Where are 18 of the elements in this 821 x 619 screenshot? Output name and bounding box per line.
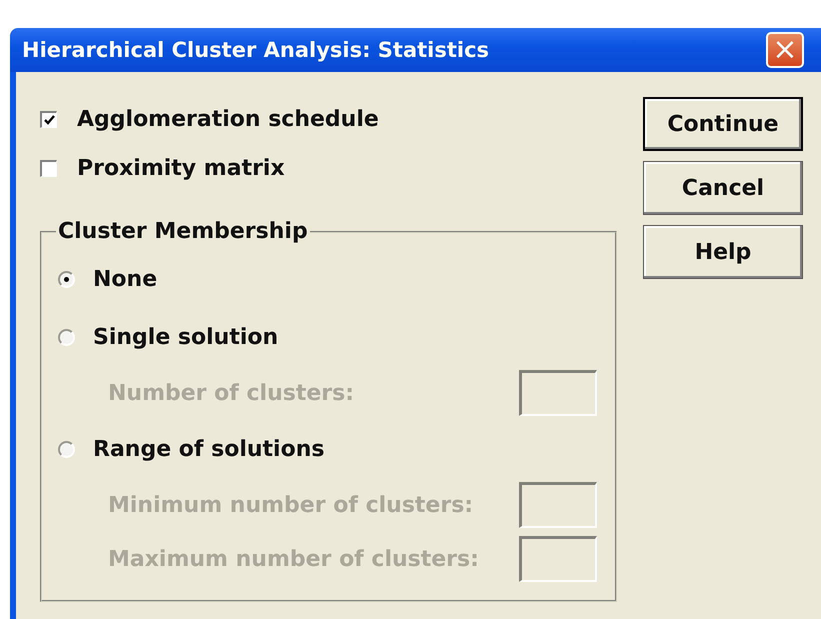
dialog-button[interactable]: Continue [643,97,803,151]
checkbox-label: Proximity matrix [77,156,285,181]
radio-button[interactable] [58,440,75,458]
radio-label: Single solution [93,324,278,350]
radio-button[interactable] [58,270,75,288]
window-title: Hierarchical Cluster Analysis: Statistics [22,38,490,62]
radio-label: None [93,266,158,292]
checkbox[interactable] [40,111,57,128]
dialog-button[interactable]: Cancel [643,161,803,215]
field-label: Number of clusters: [108,380,354,406]
field-label: Minimum number of clusters: [108,492,474,518]
radio-label: Range of solutions [93,436,324,462]
checkbox-label: Agglomeration schedule [77,107,379,132]
checkbox[interactable] [40,160,57,177]
radio-button[interactable] [58,328,75,346]
group-title: Cluster Membership [57,219,309,244]
field-label: Maximum number of clusters: [108,546,479,572]
dialog-button[interactable]: Help [643,225,803,279]
